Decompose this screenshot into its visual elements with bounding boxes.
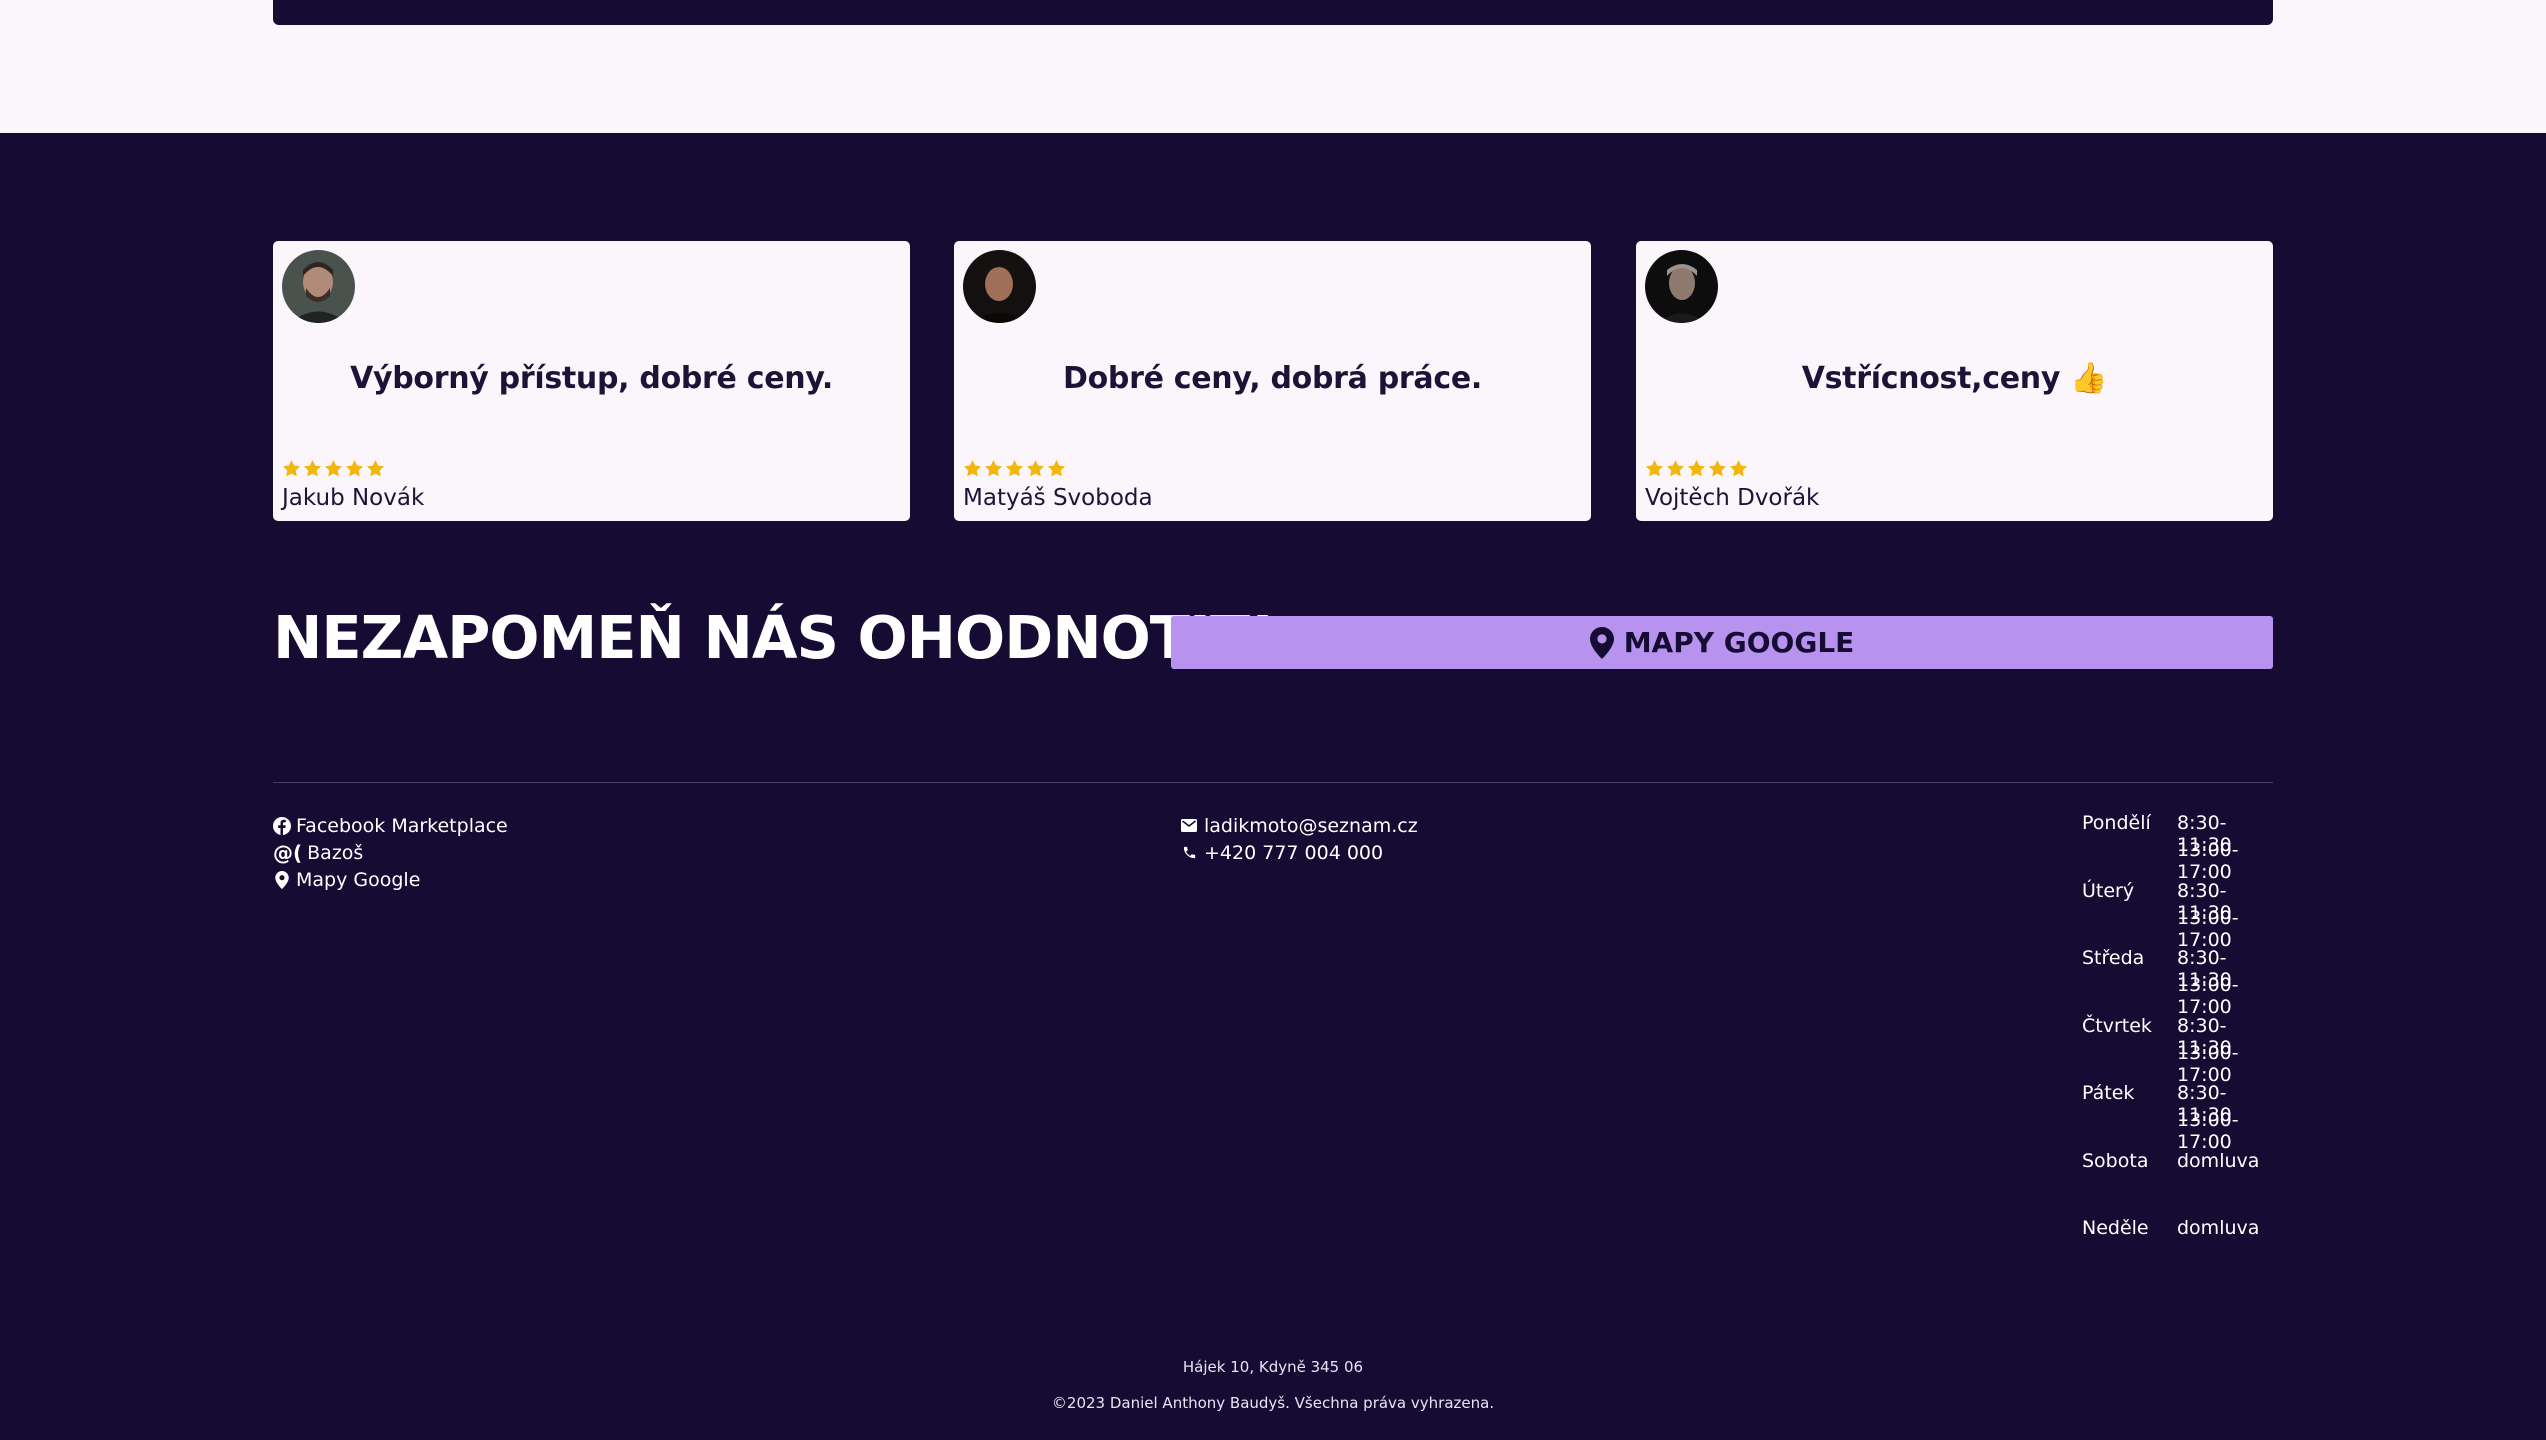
avatar <box>963 250 1036 323</box>
day-label: Pátek <box>2082 1082 2135 1104</box>
day-label: Neděle <box>2082 1217 2149 1239</box>
day-label: Středa <box>2082 947 2145 969</box>
star-icon <box>303 459 322 477</box>
address: Hájek 10, Kdyně 345 06 <box>1182 1358 1364 1376</box>
hours-morning: domluva <box>2177 1149 2260 1172</box>
review-text: Výborný přístup, dobré ceny. <box>350 361 833 396</box>
review-card: Dobré ceny, dobrá práce. Matyáš Svoboda <box>954 241 1591 521</box>
hours-morning: domluva <box>2177 1217 2260 1239</box>
rate-us-heading: NEZAPOMEŇ NÁS OHODNOTIT! <box>273 603 1276 672</box>
google-maps-button[interactable]: MAPY GOOGLE <box>1171 616 2273 669</box>
avatar <box>1645 250 1718 323</box>
star-icon <box>1687 459 1706 477</box>
footer-links: Facebook Marketplace @( Bazoš Mapy Googl… <box>273 812 508 893</box>
facebook-icon <box>273 816 291 835</box>
star-icon <box>963 459 982 477</box>
facebook-marketplace-link[interactable]: Facebook Marketplace <box>273 812 508 839</box>
hours-afternoon: 13:00-17:00 <box>2177 839 2239 883</box>
hours-afternoon: 13:00-17:00 <box>2177 1041 2239 1086</box>
day-label: Úterý <box>2082 879 2135 902</box>
hours-afternoon: 13:00-17:00 <box>2177 1109 2239 1153</box>
reviewer-name: Matyáš Svoboda <box>963 485 1153 511</box>
star-rating <box>282 459 385 481</box>
review-card: Vstřícnost,ceny 👍 Vojtěch Dvořák <box>1636 241 2273 521</box>
mapy-google-label: Mapy Google <box>296 868 421 891</box>
star-icon <box>1708 459 1727 477</box>
avatar <box>282 250 355 323</box>
map-pin-icon <box>1589 626 1614 659</box>
day-label: Pondělí <box>2082 812 2151 834</box>
star-icon <box>1047 459 1066 477</box>
star-icon <box>984 459 1003 477</box>
phone-number: +420 777 004 000 <box>1204 841 1384 864</box>
review-text: Vstřícnost,ceny 👍 <box>1801 361 2108 396</box>
star-icon <box>282 459 301 477</box>
star-icon <box>1026 459 1045 477</box>
map-pin-icon <box>273 870 291 889</box>
bazos-link[interactable]: @( Bazoš <box>273 839 508 866</box>
star-icon <box>1666 459 1685 477</box>
previous-section-bar <box>273 0 2273 25</box>
bazos-label: Bazoš <box>307 841 364 864</box>
hours-afternoon: 13:00-17:00 <box>2177 906 2239 951</box>
star-icon <box>366 459 385 477</box>
star-rating <box>963 459 1066 481</box>
day-label: Sobota <box>2082 1149 2149 1172</box>
star-icon <box>1005 459 1024 477</box>
footer-contact: ladikmoto@seznam.cz +420 777 004 000 <box>1180 812 1418 866</box>
google-maps-button-label: MAPY GOOGLE <box>1623 626 1855 659</box>
day-label: Čtvrtek <box>2082 1014 2152 1037</box>
hours-afternoon: 13:00-17:00 <box>2177 974 2239 1018</box>
reviewer-name: Vojtěch Dvořák <box>1645 485 1820 511</box>
star-rating <box>1645 459 1748 481</box>
review-text: Dobré ceny, dobrá práce. <box>1062 361 1482 396</box>
phone-icon <box>1180 844 1198 862</box>
phone-link[interactable]: +420 777 004 000 <box>1180 839 1418 866</box>
bazos-icon: @( <box>273 840 303 865</box>
copyright: ©2023 Daniel Anthony Baudyš. Všechna prá… <box>1051 1394 1495 1412</box>
footer-divider <box>273 782 2273 783</box>
star-icon <box>324 459 343 477</box>
star-icon <box>1645 459 1664 477</box>
star-icon <box>1729 459 1748 477</box>
facebook-marketplace-label: Facebook Marketplace <box>296 814 508 837</box>
mapy-google-link[interactable]: Mapy Google <box>273 866 508 893</box>
email-link[interactable]: ladikmoto@seznam.cz <box>1180 812 1418 839</box>
star-icon <box>345 459 364 477</box>
email-address: ladikmoto@seznam.cz <box>1204 814 1418 837</box>
review-card: Výborný přístup, dobré ceny. Jakub Novák <box>273 241 910 521</box>
reviewer-name: Jakub Novák <box>282 485 425 511</box>
mail-icon <box>1180 817 1198 835</box>
